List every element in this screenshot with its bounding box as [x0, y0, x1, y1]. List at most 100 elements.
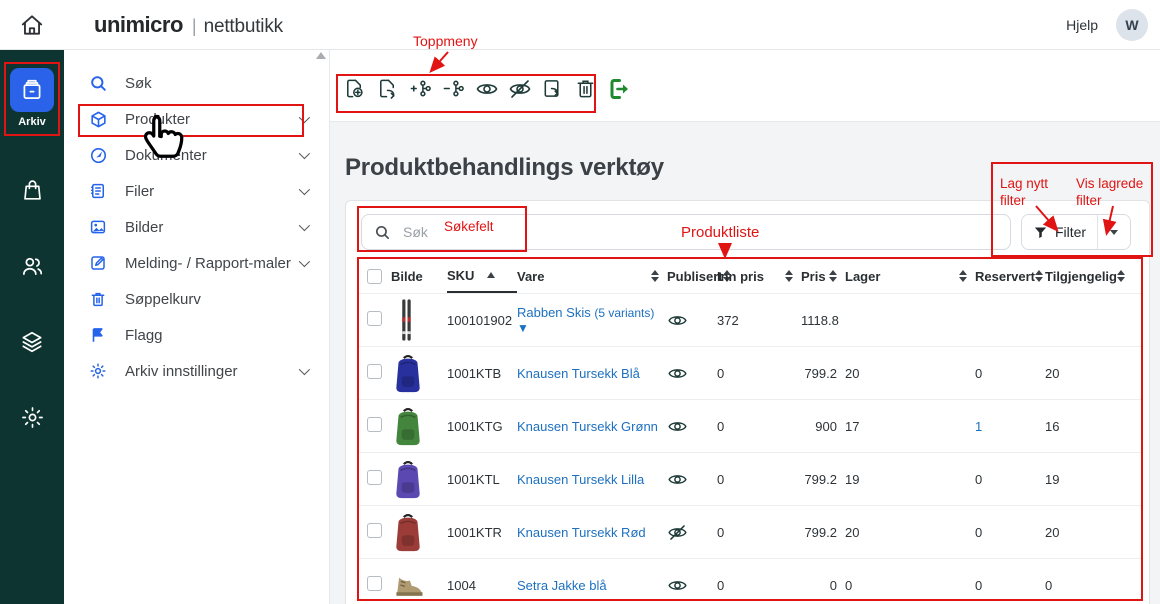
product-link[interactable]: Knausen Tursekk Grønn [517, 419, 658, 434]
home-button[interactable] [0, 12, 64, 38]
chevron-down-icon [299, 148, 310, 159]
row-checkbox[interactable] [367, 523, 382, 538]
table-row: 1004 Setra Jakke blå 0 0 0 0 0 [359, 558, 1143, 604]
reservert-cell[interactable]: 1 [975, 419, 1045, 434]
filter-button[interactable]: Filter [1022, 215, 1098, 249]
gear-icon [20, 405, 45, 430]
help-link[interactable]: Hjelp [1066, 17, 1098, 33]
sku-cell: 1004 [447, 578, 517, 593]
pris-cell: 0 [801, 578, 845, 593]
edit-icon [88, 254, 108, 272]
funnel-icon [1033, 225, 1048, 240]
add-product-icon[interactable] [342, 76, 367, 101]
sidebar-item-flagg[interactable]: Flagg [64, 317, 329, 353]
published-eye-icon[interactable] [667, 363, 709, 384]
rail-item-arkiv[interactable]: Arkiv [10, 68, 54, 128]
product-link[interactable]: Knausen Tursekk Blå [517, 366, 640, 381]
toolbar [342, 76, 631, 101]
unpublish-eye-off-icon[interactable] [507, 76, 532, 101]
table-row: 100101902 Rabben Skis (5 variants) ▼ 372… [359, 293, 1143, 346]
home-icon [19, 12, 45, 38]
sidebar-item-arkiv-innstillinger[interactable]: Arkiv innstillinger [64, 353, 329, 389]
product-link[interactable]: Knausen Tursekk Rød [517, 525, 646, 540]
row-checkbox[interactable] [367, 311, 382, 326]
rail-item-customers[interactable] [19, 253, 45, 279]
published-eye-icon[interactable] [667, 469, 709, 490]
flag-icon [88, 326, 108, 344]
avatar[interactable]: W [1116, 9, 1148, 41]
sku-cell: 1001KTR [447, 525, 517, 540]
table-row: 1001KTG Knausen Tursekk Grønn 0 900 17 1… [359, 399, 1143, 452]
select-all-checkbox[interactable] [367, 269, 382, 284]
row-checkbox[interactable] [367, 417, 382, 432]
column-header-vare[interactable]: Vare [517, 259, 667, 293]
publish-eye-icon[interactable] [474, 76, 499, 101]
published-eye-off-icon[interactable] [667, 522, 709, 543]
image-icon [88, 218, 108, 236]
sidebar-scroll-up-icon[interactable] [316, 52, 326, 59]
sidebar-item-label: Søppelkurv [125, 291, 201, 308]
column-header-publisert[interactable]: Publisert [667, 259, 717, 293]
column-header-sku[interactable]: SKU [447, 259, 517, 293]
sidebar-item-soppelkurv[interactable]: Søppelkurv [64, 281, 329, 317]
inn-pris-cell: 0 [717, 578, 801, 593]
sidebar-item-label: Produkter [125, 111, 190, 128]
column-header-bilde[interactable]: Bilde [391, 259, 447, 293]
move-product-icon[interactable] [540, 76, 565, 101]
sort-icon [959, 270, 967, 282]
delete-trash-icon[interactable] [573, 76, 598, 101]
sidebar-item-label: Dokumenter [125, 147, 207, 164]
toolbar-strip [330, 50, 1160, 122]
column-header-lager[interactable]: Lager [845, 259, 975, 293]
sidebar-item-label: Arkiv innstillinger [125, 363, 238, 380]
row-checkbox[interactable] [367, 364, 382, 379]
filter-button-label: Filter [1055, 224, 1086, 240]
rail-item-settings[interactable] [20, 405, 45, 430]
left-rail: Arkiv [0, 50, 64, 604]
product-link[interactable]: Setra Jakke blå [517, 578, 607, 593]
shopping-bag-icon [20, 178, 45, 203]
lager-cell: 19 [845, 472, 975, 487]
sort-asc-icon [487, 272, 495, 278]
sidebar-item-produkter[interactable]: Produkter [64, 101, 329, 137]
sidebar-item-maler[interactable]: Melding- / Rapport-maler [64, 245, 329, 281]
product-image-backpack [391, 457, 439, 501]
search-input[interactable] [403, 224, 523, 240]
filter-dropdown-button[interactable] [1098, 215, 1130, 249]
sort-icon [785, 270, 793, 282]
published-eye-icon[interactable] [667, 575, 709, 596]
duplicate-product-icon[interactable] [375, 76, 400, 101]
sidebar-item-label: Filer [125, 183, 154, 200]
pris-cell: 1118.8 [801, 313, 845, 328]
chevron-down-icon [299, 256, 310, 267]
published-eye-icon[interactable] [667, 310, 709, 331]
search-field[interactable] [361, 214, 1011, 250]
sidebar-item-dokumenter[interactable]: Dokumenter [64, 137, 329, 173]
topbar: unimicro | nettbutikk Hjelp W [0, 0, 1160, 50]
product-link[interactable]: Rabben Skis (5 variants) ▼ [517, 305, 654, 335]
column-header-tilgjengelig[interactable]: Tilgjengelig [1045, 259, 1131, 293]
product-link[interactable]: Knausen Tursekk Lilla [517, 472, 644, 487]
tilgjengelig-cell: 0 [1045, 578, 1131, 593]
sidebar-item-label: Bilder [125, 219, 163, 236]
add-variant-icon[interactable] [408, 76, 433, 101]
product-panel: Filter Bilde SKU Vare Publisert Inn pris… [345, 200, 1150, 604]
row-checkbox[interactable] [367, 576, 382, 591]
sidebar-item-filer[interactable]: Filer [64, 173, 329, 209]
column-header-pris[interactable]: Pris [801, 259, 845, 293]
brand-name: unimicro [94, 12, 183, 38]
product-image-backpack [391, 351, 439, 395]
reservert-cell: 0 [975, 472, 1045, 487]
sidebar-item-bilder[interactable]: Bilder [64, 209, 329, 245]
remove-variant-icon[interactable] [441, 76, 466, 101]
pris-cell: 900 [801, 419, 845, 434]
column-header-inn-pris[interactable]: Inn pris [717, 259, 801, 293]
export-icon[interactable] [606, 76, 631, 101]
sidebar-item-sok[interactable]: Søk [64, 65, 329, 101]
rail-item-modules[interactable] [19, 329, 45, 355]
column-header-reservert[interactable]: Reservert [975, 259, 1045, 293]
published-eye-icon[interactable] [667, 416, 709, 437]
rail-item-label: Arkiv [18, 116, 46, 128]
row-checkbox[interactable] [367, 470, 382, 485]
rail-item-shop[interactable] [20, 178, 45, 203]
